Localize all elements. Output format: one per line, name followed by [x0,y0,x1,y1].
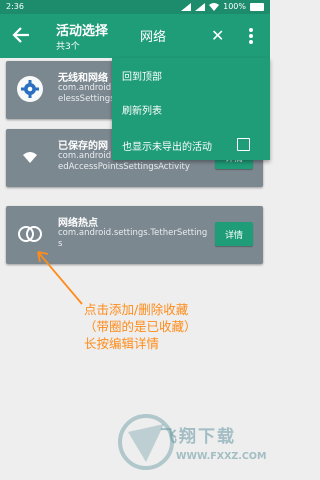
battery-icon [250,2,264,11]
menu-item-show-unexported[interactable]: 也显示未导出的活动 [122,138,212,153]
activity-name: 无线和网络 [58,73,108,84]
menu-item-refresh[interactable]: 刷新列表 [122,102,162,117]
page-title: 活动选择 [56,24,109,39]
annotation-arrow-icon [37,251,83,305]
overflow-menu: 回到顶部 刷新列表 也显示未导出的活动 [112,58,270,160]
activity-name: 已保存的网 [58,141,108,152]
more-options-icon[interactable] [246,24,256,48]
status-icons: 100% [181,2,264,11]
show-unexported-checkbox[interactable] [237,138,250,151]
app-bar: 活动选择 共3个 网络 ✕ [0,14,270,58]
watermark-brand: 飞翔下载 [160,427,236,447]
signal-icon [181,2,192,11]
annotation-line-1: 点击添加/删除收藏 [84,302,189,317]
activity-name: 网络热点 [58,218,98,229]
annotation-line-3: 长按编辑详情 [84,336,160,351]
annotation-line-2: （带圈的是已收藏） [84,319,197,334]
status-bar: 2:36 100% [0,0,270,14]
search-field[interactable]: 网络 [140,26,166,45]
watermark-url: WWW.FXXZ.COM [176,451,267,462]
status-time: 2:36 [6,2,24,11]
wifi-icon [209,2,220,11]
clear-search-icon[interactable]: ✕ [211,26,224,45]
annotation-text: 点击添加/删除收藏 （带圈的是已收藏） 长按编辑详情 [84,301,197,352]
page-subtitle: 共3个 [56,42,80,52]
menu-item-scroll-top[interactable]: 回到顶部 [122,68,162,83]
wifi-icon [23,152,37,163]
detail-button[interactable]: 详情 [215,222,253,246]
battery-percent: 100% [223,2,246,11]
signal-icon-2 [195,2,206,11]
settings-gear-icon [17,76,43,102]
back-arrow-icon[interactable] [10,24,32,46]
